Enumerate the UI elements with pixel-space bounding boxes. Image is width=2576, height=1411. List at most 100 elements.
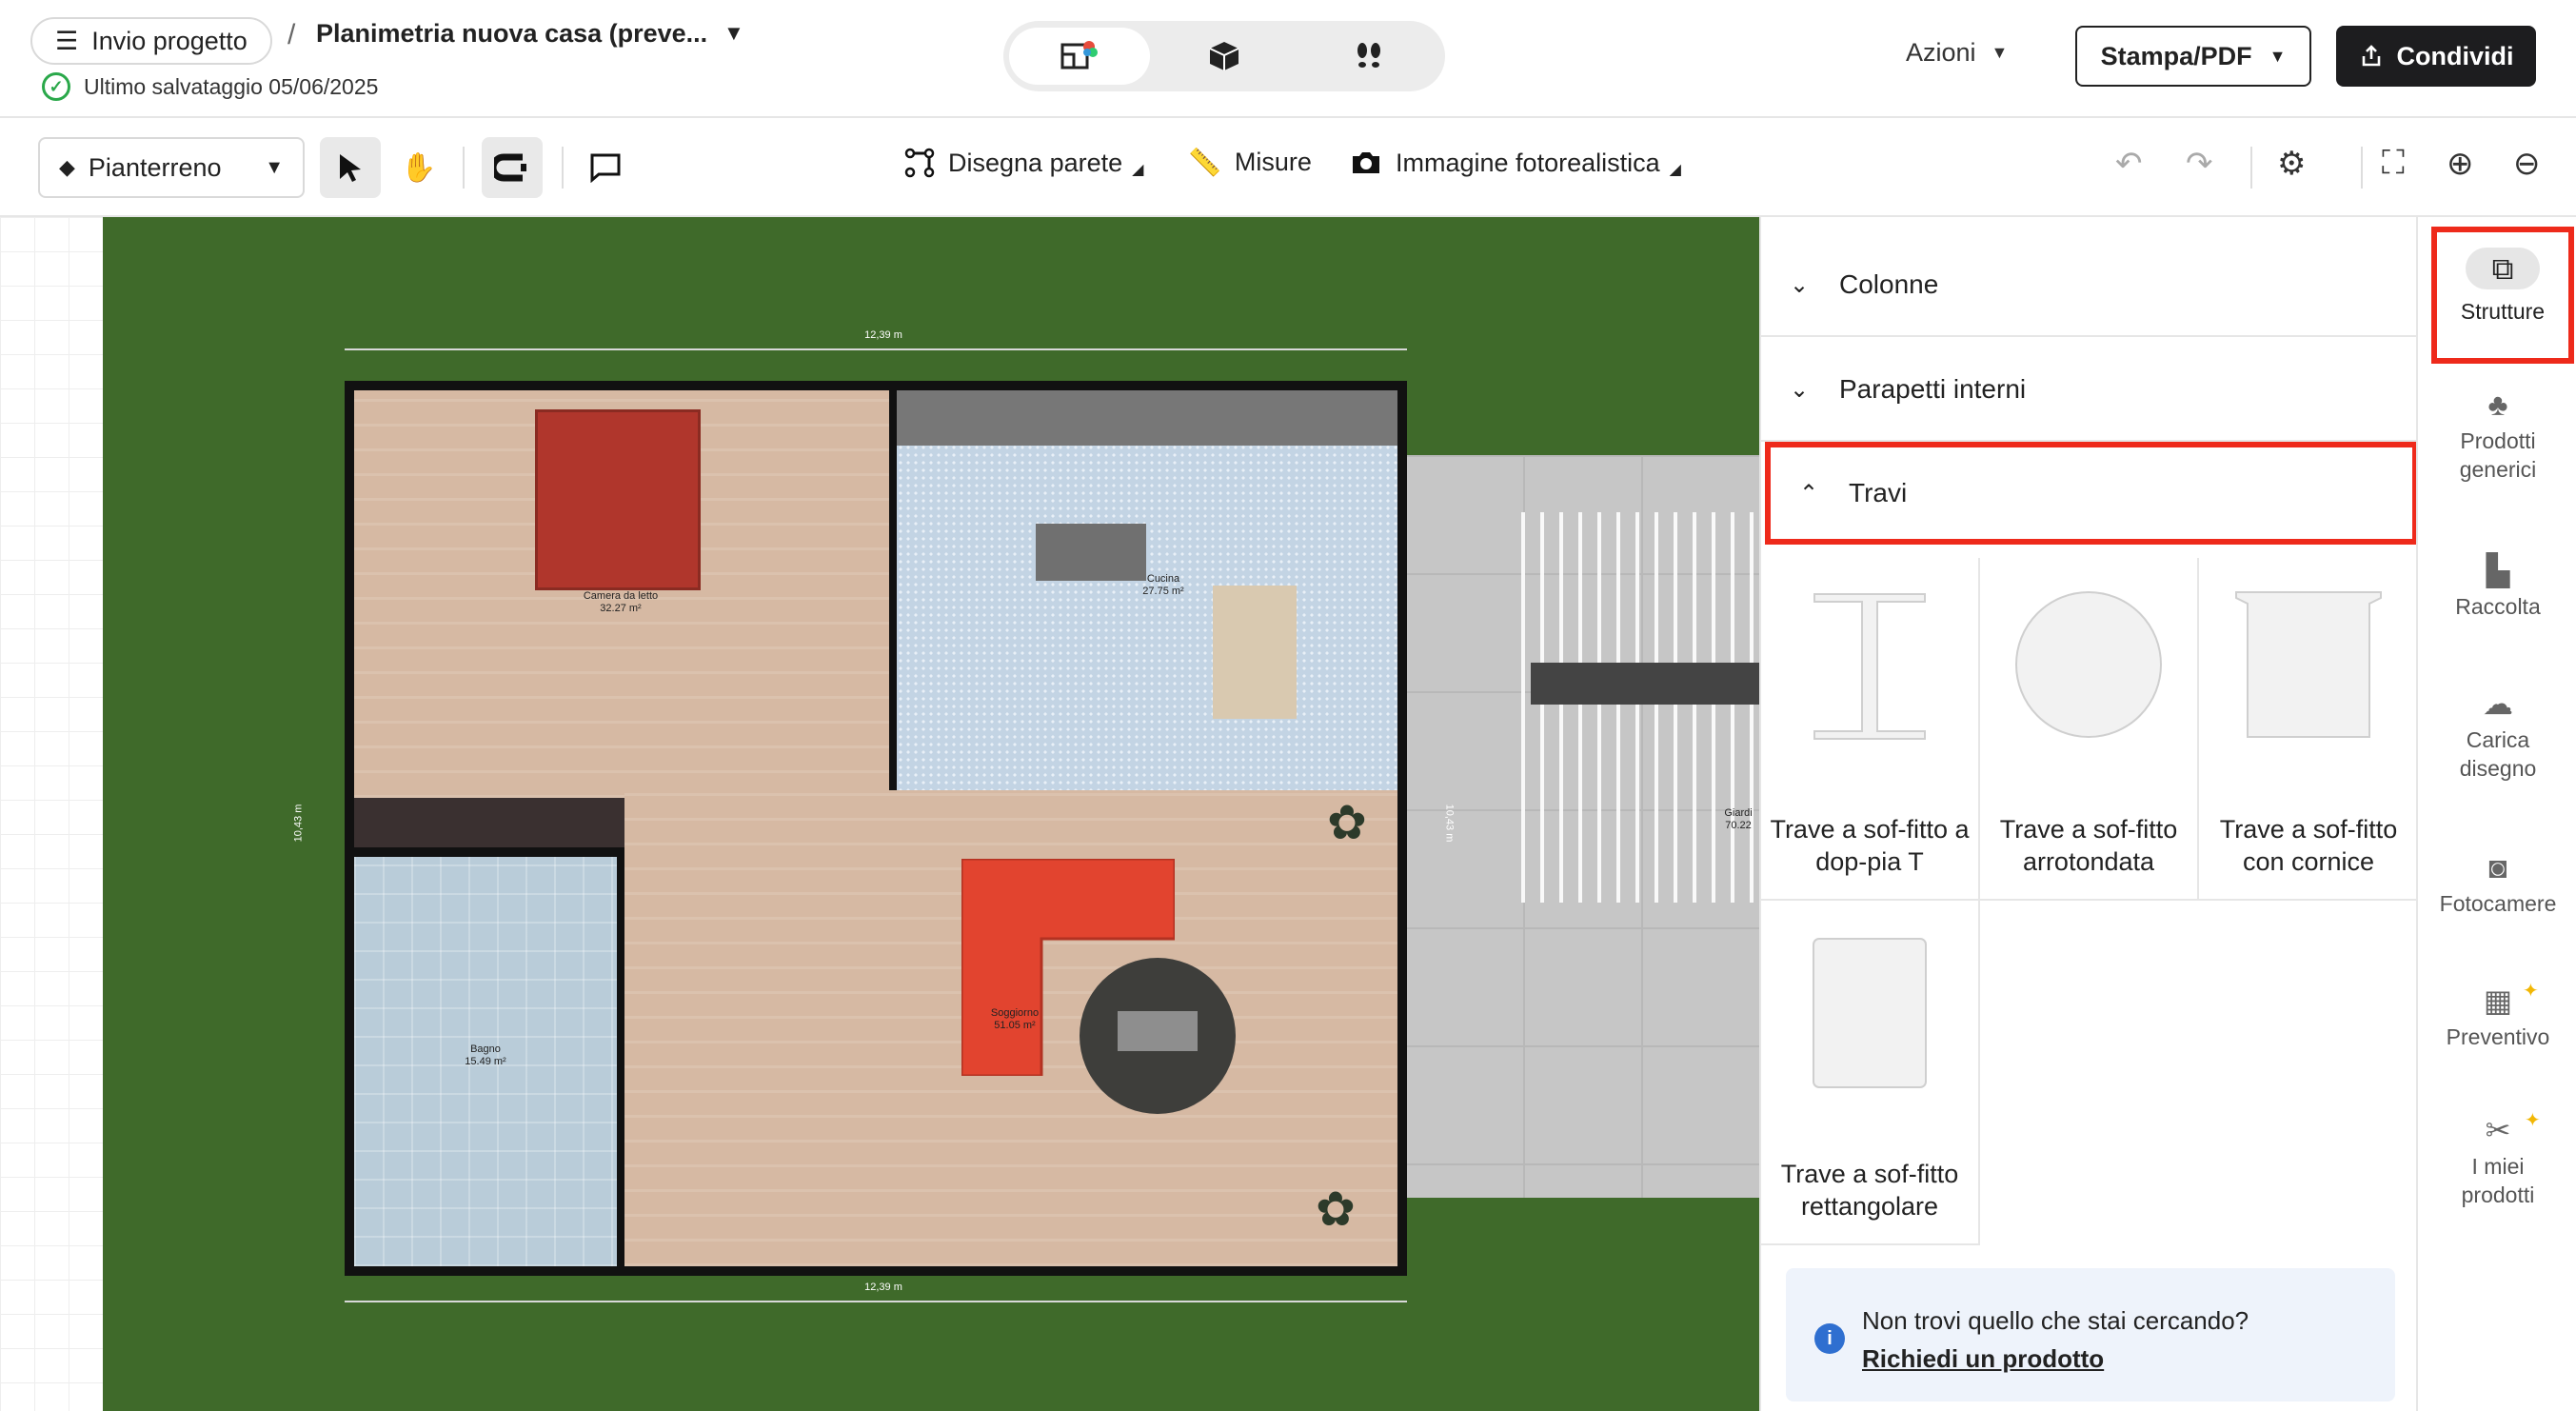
dimension-label-top: 12,39 m [864,329,902,341]
settings-gear-icon[interactable]: ⚙ [2277,145,2306,183]
pergola[interactable] [1521,512,1759,903]
double-bed[interactable] [535,409,701,590]
undo-icon[interactable]: ↶ [2115,145,2143,183]
round-coffee-table[interactable] [1080,958,1236,1114]
request-product-link[interactable]: Richiedi un prodotto [1862,1344,2104,1374]
cube-3d-icon [1209,42,1239,70]
draw-wall-label: Disegna parete [948,148,1123,177]
section-parapetti-interni[interactable]: ⌄ Parapetti interni [1761,339,2418,442]
share-icon [2362,45,2380,67]
rail-label: Strutture [2460,299,2546,324]
select-tool[interactable] [320,137,381,198]
actions-dropdown[interactable]: Azioni ▼ [1906,38,2008,68]
toolbar-divider [2361,147,2363,189]
room-living[interactable]: Soggiorno 51.05 m² ✿ ✿ [624,790,1397,1266]
generic-products-icon: ♣ [2487,388,2508,422]
section-label: Parapetti interni [1839,374,2027,404]
section-colonne[interactable]: ⌄ Colonne [1761,234,2418,337]
view-walk-option[interactable] [1298,28,1439,85]
room-area: 51.05 m² [994,1020,1036,1031]
rail-fotocamere[interactable]: ◙ Fotocamere [2418,850,2576,918]
room-label: Camera da letto 32.27 m² [545,590,697,615]
hand-icon: ✋ [401,151,437,184]
item-label: Trave a sof-fitto rettangolare [1780,1160,1959,1221]
sparkle-icon: ✦ [2525,1110,2541,1131]
pan-tool[interactable]: ✋ [388,137,449,198]
rail-miei-prodotti[interactable]: ✂ I miei prodotti [2418,1115,2576,1209]
section-label: Colonne [1839,269,1939,299]
structures-panel: ⌄ Colonne ⌄ Parapetti interni ⌃ Travi Tr… [1759,217,2418,1411]
sparkle-icon: ✦ [2523,981,2539,1002]
measures-button[interactable]: 📏 Misure [1188,147,1312,178]
expand-corner-icon: ◢ [1669,162,1681,178]
room-kitchen[interactable]: Cucina 27.75 m² [897,390,1397,790]
room-label: Giardi 70.22 [1717,807,1759,832]
dining-table[interactable] [1213,586,1297,719]
project-menu-label: Invio progetto [91,26,248,55]
plant-icon[interactable]: ✿ [1319,794,1375,859]
print-pdf-button[interactable]: Stampa/PDF ▼ [2075,26,2311,87]
comment-tool[interactable] [575,137,636,198]
chevron-down-icon[interactable]: ▼ [723,21,744,46]
redo-icon[interactable]: ↷ [2186,145,2213,183]
kitchen-island[interactable] [1036,524,1146,581]
plan-2d-icon [1060,41,1098,70]
item-i-beam[interactable]: Trave a sof-fitto a dop-pia T [1761,558,1980,901]
rail-label: Fotocamere [2439,891,2557,916]
rail-raccolta[interactable]: ▙ Raccolta [2418,553,2576,621]
layers-icon: ◆ [59,155,75,179]
room-area: 70.22 [1725,820,1752,831]
view-2d-option[interactable] [1009,28,1150,85]
chevron-down-icon: ⌄ [1790,271,1810,298]
collection-icon: ▙ [2486,553,2510,587]
rail-prodotti-generici[interactable]: ♣ Prodotti generici [2418,388,2576,484]
draw-wall-button[interactable]: Disegna parete ◢ [904,147,1143,179]
measures-label: Misure [1234,148,1312,176]
footsteps-icon [1357,43,1380,68]
cursor-arrow-icon [340,154,361,182]
house-walls[interactable]: Camera da letto 32.27 m² Cucina 27.75 m²… [345,381,1407,1276]
zoom-in-icon[interactable]: ⊕ [2447,145,2474,183]
plant-icon[interactable]: ✿ [1308,1181,1363,1245]
rail-strutture[interactable]: ⧉ Strutture [2431,227,2574,364]
expand-corner-icon: ◢ [1132,162,1144,178]
outdoor-bench[interactable] [1531,663,1759,705]
share-button[interactable]: Condividi [2336,26,2536,87]
zoom-out-icon[interactable]: ⊖ [2513,145,2541,183]
section-travi[interactable]: ⌃ Travi [1765,442,2418,545]
kitchen-counter[interactable] [897,390,1397,446]
magnet-snap-icon [494,153,526,182]
camera-icon: ◙ [2488,850,2507,884]
room-bedroom[interactable]: Camera da letto 32.27 m² [354,390,889,798]
chevron-down-icon: ▼ [1991,43,2009,62]
photoreal-image-button[interactable]: Immagine fotorealistica ◢ [1350,147,1681,179]
item-rectangular-beam[interactable]: Trave a sof-fitto rettangolare [1761,901,1980,1245]
item-round-beam[interactable]: Trave a sof-fitto arrotondata [1980,558,2199,901]
room-name: Soggiorno [990,1007,1040,1019]
editor-toolbar: ◆ Pianterreno ▼ ✋ Disegna parete ◢ 📏 Mis… [0,118,2576,217]
info-icon: i [1814,1323,1845,1354]
view-3d-option[interactable] [1154,28,1295,85]
share-label: Condividi [2396,41,2514,70]
canvas-grid-margin [0,217,103,1411]
room-bathroom[interactable]: Bagno 15.49 m² [354,857,617,1266]
chevron-down-icon: ⌄ [1790,376,1810,403]
room-area: 27.75 m² [1142,586,1184,597]
snap-tool[interactable] [482,137,543,198]
rail-label: Raccolta [2455,594,2541,619]
rail-label: Preventivo [2446,1024,2550,1049]
toolbar-divider [562,147,564,189]
dimension-line-top [345,348,1407,350]
rail-carica-disegno[interactable]: ☁ Carica disegno [2418,688,2576,783]
item-cornice-beam[interactable]: Trave a sof-fitto con cornice [2199,558,2418,901]
rail-label: Prodotti generici [2459,428,2537,482]
calculator-icon: ▦ [2483,984,2513,1018]
project-menu-button[interactable]: ☰ Invio progetto [30,17,272,65]
print-pdf-label: Stampa/PDF [2100,41,2252,70]
project-title[interactable]: Planimetria nuova casa (preve... [316,19,707,49]
floorplan-canvas[interactable]: 12,39 m 12,39 m 10,43 m 10,43 m Camera d… [103,217,1759,1411]
fit-view-icon[interactable]: ⛶ [2382,145,2405,182]
rail-preventivo[interactable]: ▦ Preventivo [2418,984,2576,1051]
app-header: ☰ Invio progetto / Planimetria nuova cas… [0,0,2576,118]
floor-selector[interactable]: ◆ Pianterreno ▼ [38,137,305,198]
